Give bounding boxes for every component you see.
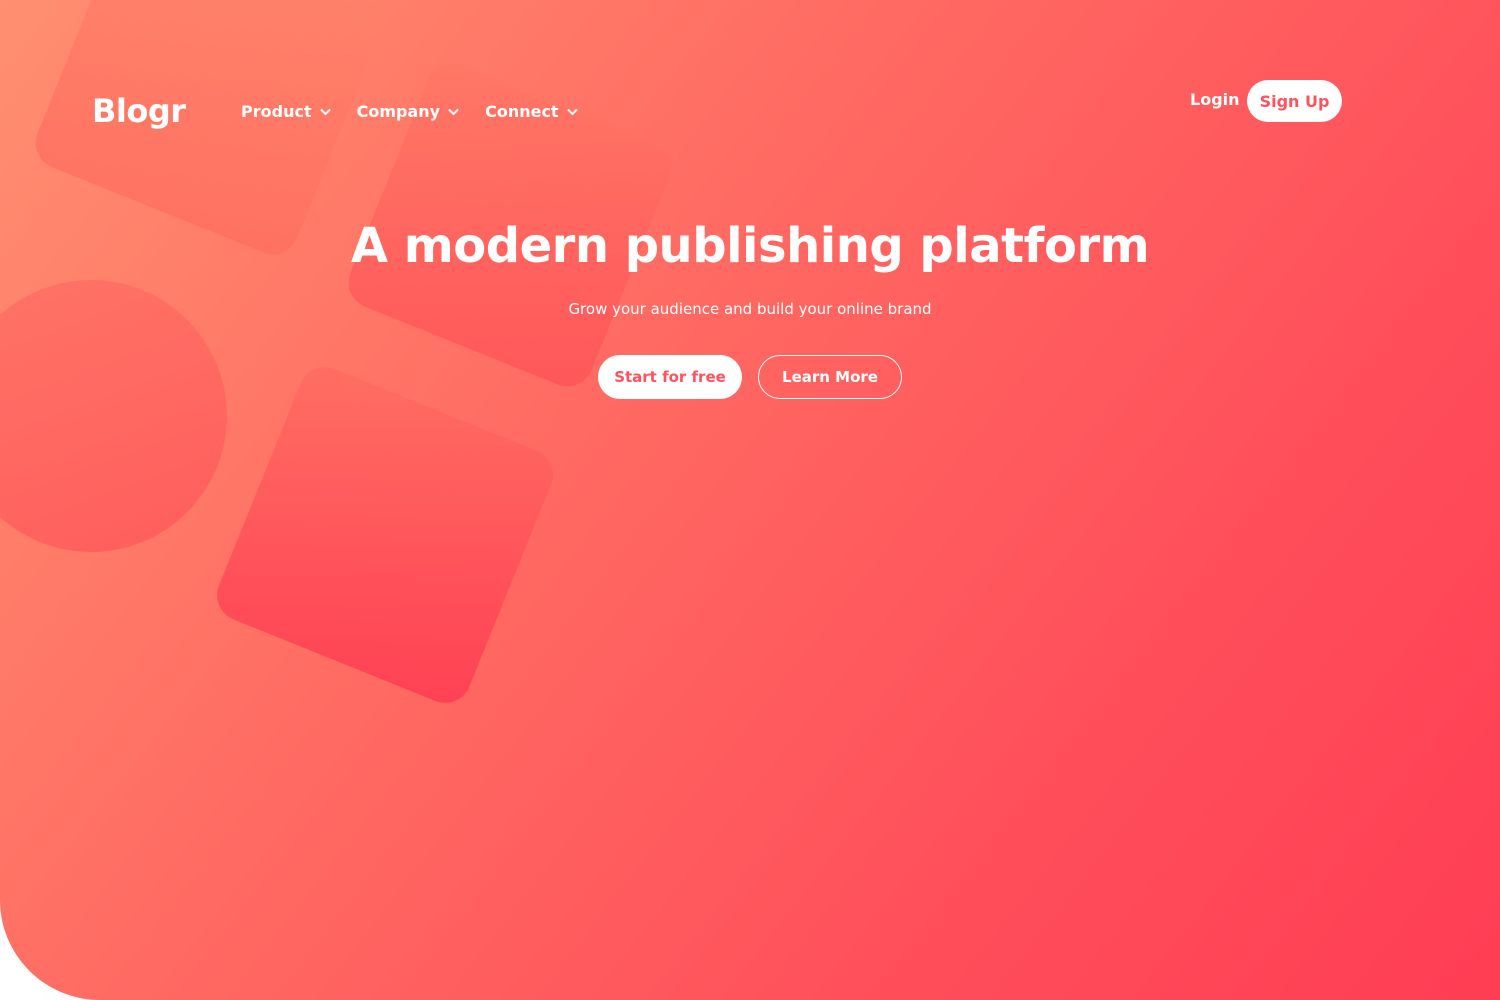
chevron-down-icon bbox=[448, 108, 459, 115]
chevron-down-icon bbox=[319, 108, 331, 115]
logo[interactable]: Blogr bbox=[92, 92, 186, 130]
learn-more-button[interactable]: Learn More bbox=[758, 355, 902, 399]
page-subtitle: Grow your audience and build your online… bbox=[568, 300, 932, 318]
nav-item-company[interactable]: Company bbox=[357, 102, 459, 121]
page-title: A modern publishing platform bbox=[350, 218, 1150, 274]
login-link[interactable]: Login bbox=[1190, 90, 1240, 109]
start-for-free-button[interactable]: Start for free bbox=[598, 355, 742, 399]
nav-item-label: Product bbox=[241, 102, 312, 121]
main-nav: Product Company Connect bbox=[241, 102, 578, 121]
hero-section: Blogr Product Company Connect Login Sign… bbox=[0, 0, 1500, 1000]
nav-item-product[interactable]: Product bbox=[241, 102, 331, 121]
decorative-circle bbox=[0, 280, 227, 552]
chevron-down-icon bbox=[566, 108, 578, 115]
signup-button[interactable]: Sign Up bbox=[1247, 80, 1342, 122]
decorative-square bbox=[209, 359, 561, 711]
nav-item-label: Connect bbox=[485, 102, 559, 121]
nav-item-label: Company bbox=[356, 102, 441, 121]
nav-item-connect[interactable]: Connect bbox=[485, 102, 578, 121]
